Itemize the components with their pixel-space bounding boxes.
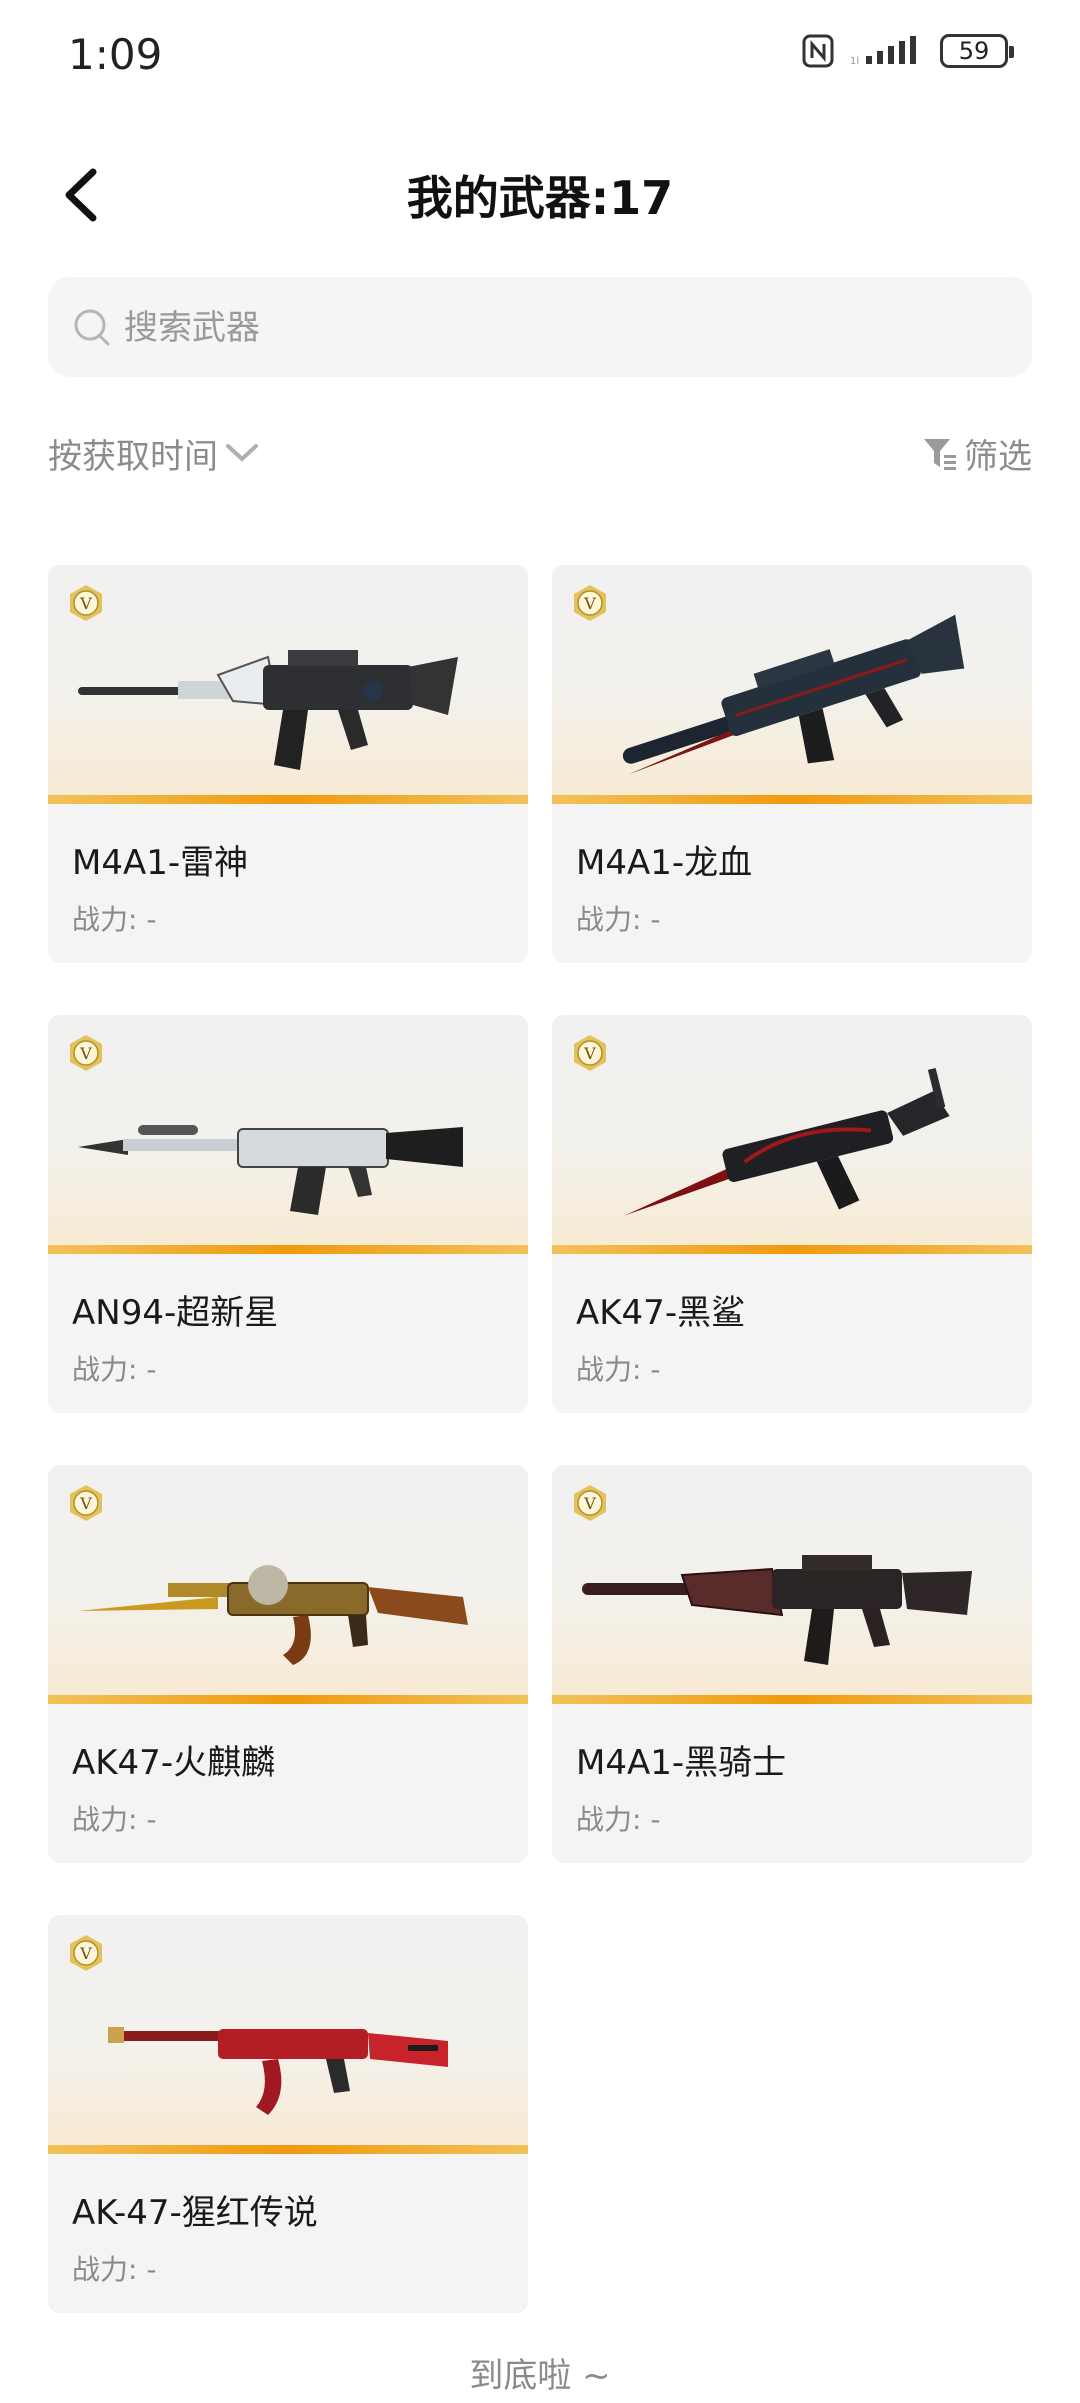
search-icon (74, 309, 110, 346)
weapon-card[interactable]: V M4A1-雷神 战力: - (48, 565, 528, 963)
weapon-image-area: V (48, 565, 528, 804)
weapon-power: 战力: - (576, 1803, 661, 1836)
m4a1-rifle-icon (582, 1555, 972, 1665)
chevron-down-icon (226, 444, 258, 462)
status-icons: 1l 59 (802, 34, 1014, 68)
search-box[interactable] (48, 277, 1032, 379)
page-title: 我的武器:17 (406, 171, 674, 225)
status-bar: 1:09 1l 59 (0, 0, 1080, 110)
rarity-bar (48, 1695, 528, 1704)
weapon-image-area: V (552, 1015, 1032, 1254)
weapon-name: M4A1-龙血 (576, 843, 753, 883)
weapon-power: 战力: - (72, 1803, 157, 1836)
ak47-rifle-icon (624, 1067, 950, 1216)
status-time: 1:09 (68, 30, 163, 79)
weapon-image-area: V (552, 565, 1032, 804)
sort-dropdown[interactable]: 按获取时间 (48, 428, 260, 478)
rarity-bar (552, 1695, 1032, 1704)
signal-icon: 1l (850, 36, 916, 66)
weapon-name: AK47-火麒麟 (72, 1743, 276, 1783)
weapon-card[interactable]: V AK47-黑鲨 战力: - (552, 1015, 1032, 1413)
weapon-card[interactable]: V AK47-火麒麟 战力: - (48, 1465, 528, 1863)
filter-icon (924, 439, 956, 470)
weapon-power: 战力: - (72, 903, 157, 936)
filter-button[interactable]: 筛选 (922, 428, 1032, 478)
weapon-image-area: V (552, 1465, 1032, 1704)
weapon-name: AK47-黑鲨 (576, 1293, 746, 1333)
weapon-image-area: V (48, 1915, 528, 2154)
weapon-power: 战力: - (72, 2253, 157, 2286)
weapon-name: M4A1-黑骑士 (576, 1743, 787, 1783)
rarity-bar (48, 1245, 528, 1254)
m4a1-rifle-icon (78, 650, 458, 770)
svg-text:1l: 1l (850, 56, 859, 66)
battery-level: 59 (958, 37, 990, 65)
weapon-name: AK-47-猩红传说 (72, 2193, 318, 2233)
ak47-rifle-icon (78, 1565, 468, 1665)
weapon-name: AN94-超新星 (72, 1293, 279, 1333)
weapon-name: M4A1-雷神 (72, 843, 249, 883)
weapon-image-area: V (48, 1465, 528, 1704)
weapon-card[interactable]: V M4A1-龙血 战力: - (552, 565, 1032, 963)
weapon-card[interactable]: V AN94-超新星 战力: - (48, 1015, 528, 1413)
battery-icon: 59 (940, 34, 1014, 68)
ak47-rifle-icon (108, 2027, 448, 2115)
weapon-image-area: V (48, 1015, 528, 1254)
weapon-power: 战力: - (72, 1353, 157, 1386)
weapon-card[interactable]: V M4A1-黑骑士 战力: - (552, 1465, 1032, 1863)
nfc-icon (802, 34, 834, 68)
m4a1-rifle-icon (622, 614, 965, 775)
search-input[interactable] (122, 277, 1006, 379)
rarity-bar (48, 2145, 528, 2154)
an94-rifle-icon (78, 1125, 463, 1215)
rarity-bar (552, 1245, 1032, 1254)
weapon-power: 战力: - (576, 903, 661, 936)
weapon-power: 战力: - (576, 1353, 661, 1386)
filter-label: 筛选 (964, 436, 1032, 477)
rarity-bar (552, 795, 1032, 804)
rarity-bar (48, 795, 528, 804)
header: 我的武器:17 (0, 150, 1080, 240)
sort-label: 按获取时间 (48, 436, 218, 477)
weapon-card[interactable]: V AK-47-猩红传说 战力: - (48, 1915, 528, 2313)
end-of-list-text: 到底啦 ~ (469, 2356, 611, 2396)
